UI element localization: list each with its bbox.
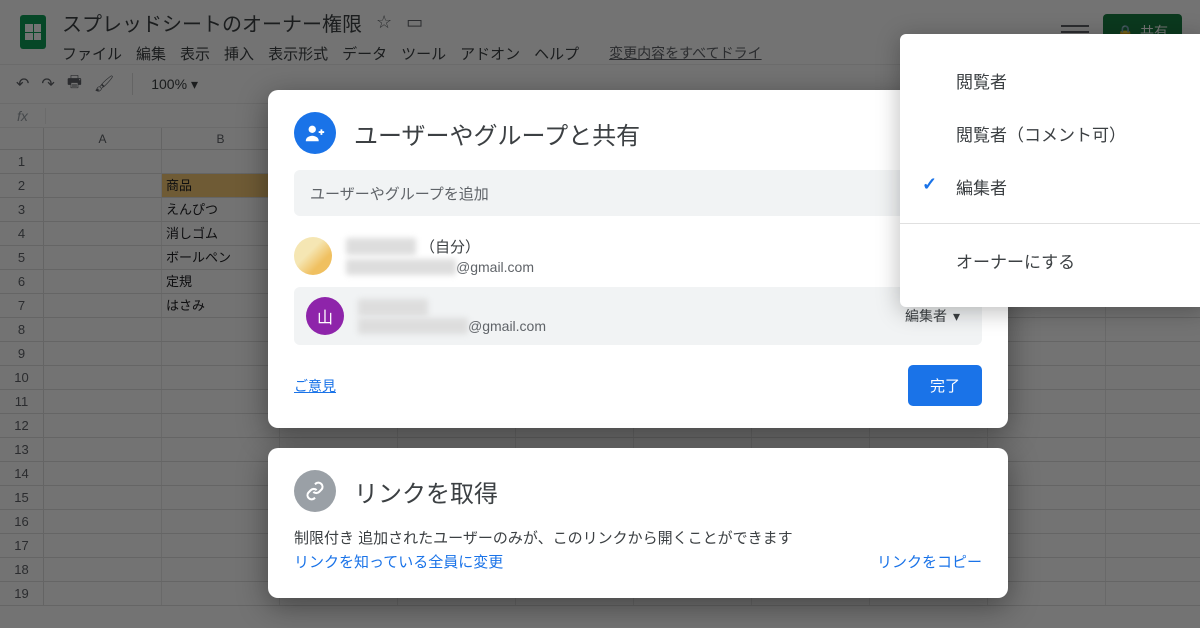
role-menu: 閲覧者 閲覧者（コメント可） 編集者 オーナーにする [900, 34, 1200, 307]
get-link-title: リンクを取得 [354, 474, 498, 509]
avatar: 山 [306, 297, 344, 335]
share-dialog: ユーザーやグループと共有 ユーザーやグループを追加 xxxx（自分） xxxxx… [268, 90, 1008, 428]
role-option-viewer[interactable]: 閲覧者 [900, 54, 1200, 107]
chevron-down-icon: ▾ [953, 308, 960, 325]
link-icon [294, 470, 336, 512]
link-restriction-text: 制限付き 追加されたユーザーのみが、このリンクから開くことができます [294, 528, 793, 551]
menu-separator [900, 223, 1200, 224]
person-row-selected[interactable]: 山 xxxx xxxxxx@gmail.com 編集者 ▾ [294, 287, 982, 345]
done-button[interactable]: 完了 [908, 365, 982, 406]
person-row-self: xxxx（自分） xxxxxx@gmail.com [294, 232, 982, 279]
role-option-editor[interactable]: 編集者 [900, 160, 1200, 213]
role-option-make-owner[interactable]: オーナーにする [900, 234, 1200, 287]
avatar [294, 237, 332, 275]
feedback-link[interactable]: ご意見 [294, 376, 336, 396]
person-add-icon [294, 112, 336, 154]
get-link-dialog: リンクを取得 制限付き 追加されたユーザーのみが、このリンクから開くことができま… [268, 448, 1008, 598]
copy-link-button[interactable]: リンクをコピー [877, 551, 982, 572]
add-people-input[interactable]: ユーザーやグループを追加 [294, 170, 982, 216]
share-dialog-title: ユーザーやグループと共有 [354, 116, 640, 151]
role-option-commenter[interactable]: 閲覧者（コメント可） [900, 107, 1200, 160]
change-link-access[interactable]: リンクを知っている全員に変更 [294, 551, 793, 572]
